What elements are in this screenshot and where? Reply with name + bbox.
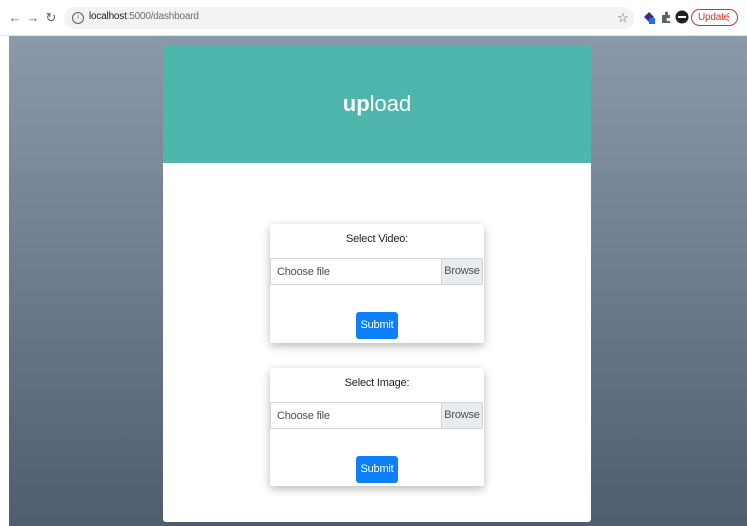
address-bar[interactable]: i localhost:5000/dashboard	[64, 7, 634, 29]
image-upload-form: Select Image: Choose file Browse Submit	[270, 368, 484, 486]
video-upload-form: Select Video: Choose file Browse Submit	[270, 224, 484, 343]
extension-icon[interactable]	[642, 11, 656, 25]
image-file-input[interactable]: Choose file Browse	[270, 402, 483, 429]
brand-logo: upload	[163, 90, 591, 118]
reload-icon[interactable]: ↻	[43, 9, 59, 27]
info-icon[interactable]: i	[72, 12, 84, 24]
star-icon[interactable]: ☆	[617, 9, 629, 27]
video-submit-button[interactable]: Submit	[356, 312, 398, 339]
puzzle-icon[interactable]	[660, 11, 672, 25]
brand-light: load	[369, 91, 412, 116]
url-text: localhost:5000/dashboard	[89, 11, 199, 22]
upload-card: upload Select Video: Choose file Browse …	[163, 45, 591, 522]
card-header: upload	[163, 45, 591, 163]
video-file-label: Choose file	[277, 266, 330, 278]
image-browse-button[interactable]: Browse	[441, 403, 482, 428]
video-file-input[interactable]: Choose file Browse	[270, 258, 483, 285]
video-browse-button[interactable]: Browse	[441, 259, 482, 284]
profile-icon[interactable]	[675, 10, 689, 24]
update-button[interactable]: Update ⋮	[691, 9, 738, 26]
back-arrow-icon[interactable]: ←	[7, 9, 23, 27]
video-form-title: Select Video:	[345, 233, 409, 245]
browser-toolbar: ← → ↻ i localhost:5000/dashboard ☆ Updat…	[0, 0, 747, 36]
url-host: localhost	[89, 11, 127, 22]
forward-arrow-icon[interactable]: →	[25, 9, 41, 27]
brand-bold: up	[342, 91, 370, 116]
image-submit-button[interactable]: Submit	[356, 456, 398, 483]
image-form-title: Select Image:	[344, 377, 410, 389]
image-file-label: Choose file	[277, 410, 330, 422]
url-path: :5000/dashboard	[126, 11, 199, 22]
more-icon[interactable]: ⋮	[723, 10, 733, 25]
